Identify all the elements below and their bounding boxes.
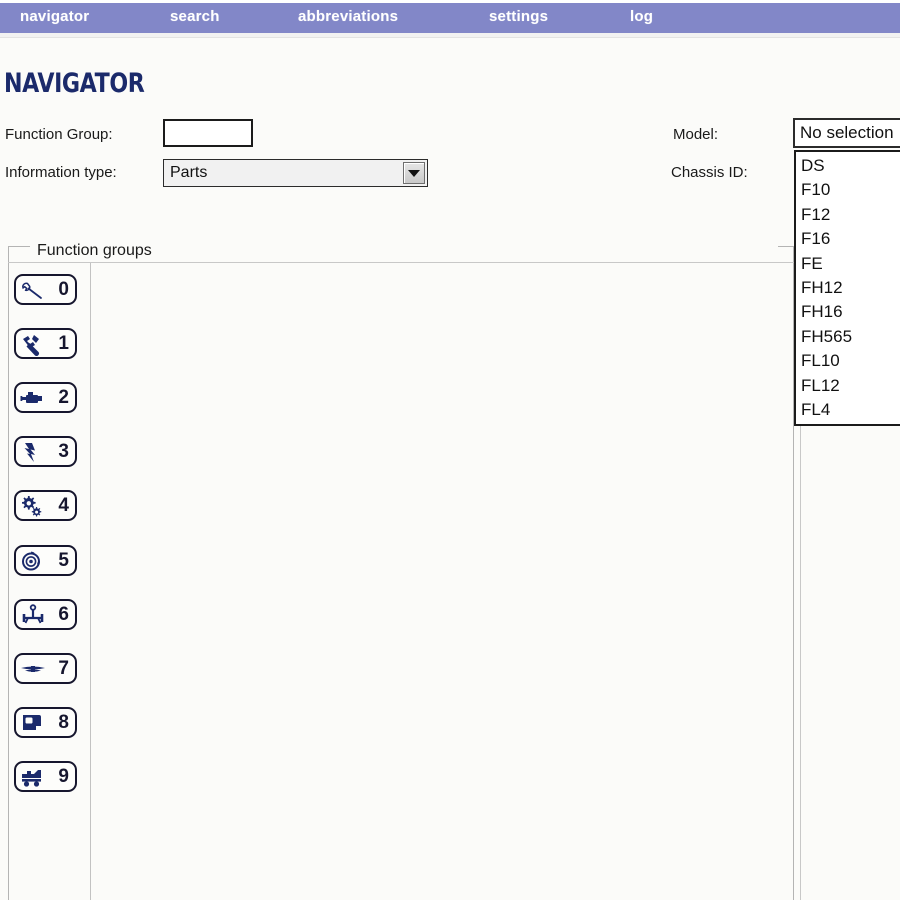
nav-item-log[interactable]: log xyxy=(630,8,653,25)
function-groups-divider xyxy=(90,263,91,900)
model-option[interactable]: F12 xyxy=(796,203,900,227)
function-group-button-8[interactable]: 8 xyxy=(14,707,77,738)
main-navbar: navigator search abbreviations settings log xyxy=(0,3,900,33)
fieldset-inner-rule xyxy=(8,262,794,263)
model-option[interactable]: F16 xyxy=(796,227,900,251)
leaf-spring-icon xyxy=(20,658,48,681)
function-group-button-9[interactable]: 9 xyxy=(14,761,77,792)
function-group-button-3[interactable]: 3 xyxy=(14,436,77,467)
wrench-icon xyxy=(20,279,48,302)
model-option[interactable]: FL10 xyxy=(796,349,900,373)
function-group-number: 4 xyxy=(58,495,69,516)
function-group-button-6[interactable]: 6 xyxy=(14,599,77,630)
function-group-number: 3 xyxy=(58,441,69,462)
truck-cab-icon xyxy=(20,712,48,735)
function-groups-panel xyxy=(8,246,794,900)
function-group-button-4[interactable]: 4 xyxy=(14,490,77,521)
chevron-down-icon[interactable] xyxy=(403,162,425,184)
function-group-number: 8 xyxy=(58,712,69,733)
lightning-bolt-icon xyxy=(20,441,48,464)
function-group-number: 6 xyxy=(58,604,69,625)
page-title: NAVIGATOR xyxy=(4,68,145,99)
function-group-number: 5 xyxy=(58,550,69,571)
nav-item-navigator[interactable]: navigator xyxy=(20,8,89,25)
function-group-number: 1 xyxy=(58,333,69,354)
pipe-wrench-icon xyxy=(20,333,48,356)
navbar-underline xyxy=(0,33,900,38)
information-type-value: Parts xyxy=(170,164,208,181)
function-group-button-5[interactable]: 5 xyxy=(14,545,77,576)
model-select[interactable]: No selection xyxy=(793,118,900,148)
model-selected-value: No selection xyxy=(800,123,894,142)
function-group-button-1[interactable]: 1 xyxy=(14,328,77,359)
nav-item-settings[interactable]: settings xyxy=(489,8,548,25)
function-group-input[interactable] xyxy=(163,119,253,147)
model-option[interactable]: FL12 xyxy=(796,374,900,398)
model-option[interactable]: FH565 xyxy=(796,325,900,349)
function-group-button-7[interactable]: 7 xyxy=(14,653,77,684)
model-option[interactable]: DS xyxy=(796,154,900,178)
chassis-id-label: Chassis ID: xyxy=(671,164,748,181)
model-option[interactable]: F10 xyxy=(796,178,900,202)
nav-item-abbreviations[interactable]: abbreviations xyxy=(298,8,398,25)
model-option[interactable]: FE xyxy=(796,252,900,276)
model-dropdown-list[interactable]: DS F10 F12 F16 FE FH12 FH16 FH565 FL10 FL12 FL4 xyxy=(794,150,900,427)
engine-icon xyxy=(20,387,48,410)
model-option[interactable]: FH16 xyxy=(796,300,900,324)
axle-icon xyxy=(20,604,48,627)
navigator-page: navigator search abbreviations settings log … xyxy=(0,0,900,900)
function-groups-legend: Function groups xyxy=(33,242,156,260)
function-group-button-2[interactable]: 2 xyxy=(14,382,77,413)
gears-icon xyxy=(20,495,48,518)
function-group-number: 2 xyxy=(58,387,69,408)
model-option[interactable]: FL4 xyxy=(796,398,900,422)
function-group-label: Function Group: xyxy=(5,126,113,143)
wheel-icon xyxy=(20,550,48,573)
nav-item-search[interactable]: search xyxy=(170,8,220,25)
function-group-number: 7 xyxy=(58,658,69,679)
function-group-number: 0 xyxy=(58,279,69,300)
navbar-items: navigator search abbreviations settings log xyxy=(0,3,900,33)
function-groups-right-edge xyxy=(800,425,801,900)
information-type-label: Information type: xyxy=(5,164,117,181)
information-type-select[interactable]: Parts xyxy=(163,159,428,187)
model-option[interactable]: FH12 xyxy=(796,276,900,300)
model-label: Model: xyxy=(673,126,719,143)
truck-chassis-icon xyxy=(20,766,48,789)
function-group-button-0[interactable]: 0 xyxy=(14,274,77,305)
function-group-number: 9 xyxy=(58,766,69,787)
